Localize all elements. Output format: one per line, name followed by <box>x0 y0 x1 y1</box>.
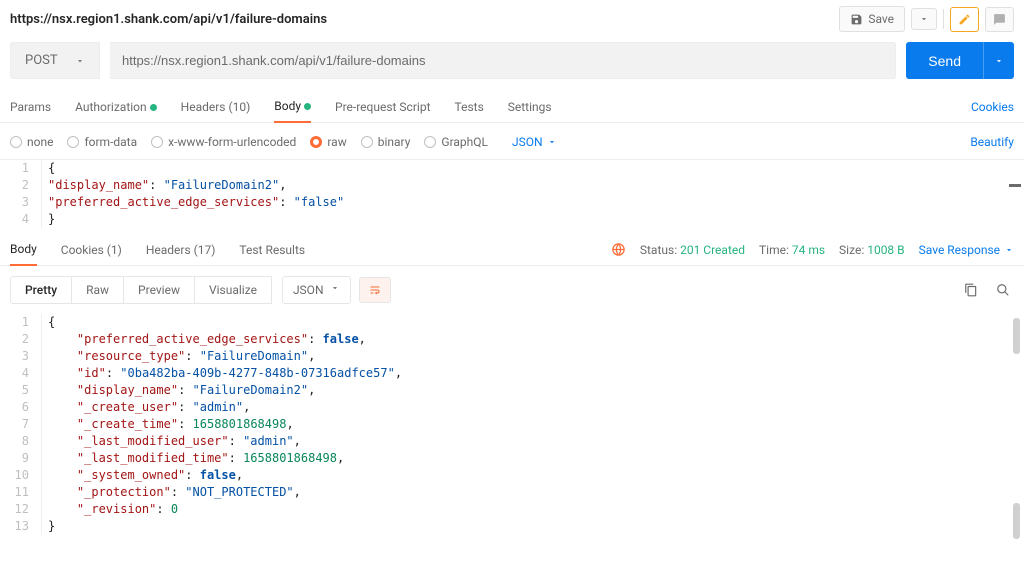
save-dropdown[interactable] <box>911 8 937 30</box>
body-type-graphql[interactable]: GraphQL <box>424 135 488 149</box>
copy-icon <box>964 283 978 297</box>
copy-button[interactable] <box>960 279 982 301</box>
request-body-editor[interactable]: 1{2"display_name": "FailureDomain2",3"pr… <box>0 159 1024 228</box>
resp-tab-body[interactable]: Body <box>10 234 37 266</box>
chevron-down-icon <box>330 283 340 297</box>
response-format-select[interactable]: JSON <box>282 276 351 304</box>
header-actions: Save <box>839 6 1014 32</box>
body-type-row: none form-data x-www-form-urlencoded raw… <box>0 123 1024 159</box>
search-icon <box>996 283 1010 297</box>
tab-params[interactable]: Params <box>10 92 51 122</box>
beautify-link[interactable]: Beautify <box>970 135 1014 149</box>
header-row: https://nsx.region1.shank.com/api/v1/fai… <box>0 0 1024 42</box>
send-group: Send <box>906 42 1014 79</box>
scrollbar-thumb[interactable] <box>1013 318 1020 354</box>
comment-icon <box>993 13 1006 26</box>
tab-authorization[interactable]: Authorization <box>75 92 157 122</box>
cookies-link[interactable]: Cookies <box>971 100 1014 114</box>
tab-tests[interactable]: Tests <box>455 92 484 122</box>
request-tabs: Params Authorization Headers (10) Body P… <box>0 91 1024 123</box>
request-title: https://nsx.region1.shank.com/api/v1/fai… <box>10 12 831 27</box>
resp-tab-cookies[interactable]: Cookies (1) <box>61 235 122 265</box>
divider <box>943 9 944 29</box>
wrap-icon <box>368 284 382 296</box>
response-tabs: Body Cookies (1) Headers (17) Test Resul… <box>0 234 1024 266</box>
response-body-viewer[interactable]: 1{2 "preferred_active_edge_services": fa… <box>0 314 1024 543</box>
radio-icon <box>67 136 79 148</box>
radio-icon <box>424 136 436 148</box>
url-input[interactable] <box>110 42 896 79</box>
view-visualize[interactable]: Visualize <box>195 276 272 304</box>
tab-headers[interactable]: Headers (10) <box>181 92 251 122</box>
view-raw[interactable]: Raw <box>72 276 124 304</box>
search-button[interactable] <box>992 279 1014 301</box>
resp-tab-headers[interactable]: Headers (17) <box>146 235 216 265</box>
radio-icon <box>10 136 22 148</box>
status-label: Status: <box>640 243 677 257</box>
save-label: Save <box>868 12 894 26</box>
send-button[interactable]: Send <box>906 42 983 79</box>
pencil-icon <box>958 13 971 26</box>
response-meta: Status: 201 Created Time: 74 ms Size: 10… <box>611 242 1014 257</box>
status-dot-icon <box>304 103 311 110</box>
time-value: 74 ms <box>792 243 825 257</box>
radio-icon <box>151 136 163 148</box>
body-type-formdata[interactable]: form-data <box>67 135 137 149</box>
request-bar: POST Send <box>0 42 1024 91</box>
chevron-down-icon <box>994 56 1004 66</box>
raw-format-select[interactable]: JSON <box>512 135 557 149</box>
chevron-down-icon <box>1004 245 1014 255</box>
minimap-indicator <box>1009 184 1021 187</box>
view-pretty[interactable]: Pretty <box>10 276 72 304</box>
scrollbar-thumb[interactable] <box>1013 503 1020 539</box>
response-actions <box>960 279 1014 301</box>
save-icon <box>850 13 863 26</box>
wrap-lines-button[interactable] <box>359 277 391 303</box>
view-preview[interactable]: Preview <box>124 276 195 304</box>
tab-prerequest[interactable]: Pre-request Script <box>335 92 430 122</box>
size-label: Size: <box>839 243 864 257</box>
save-button[interactable]: Save <box>839 6 905 32</box>
tab-body[interactable]: Body <box>274 91 311 123</box>
radio-icon <box>310 136 322 148</box>
body-type-binary[interactable]: binary <box>361 135 411 149</box>
method-select[interactable]: POST <box>10 42 100 79</box>
body-type-xwww[interactable]: x-www-form-urlencoded <box>151 135 296 149</box>
tab-settings[interactable]: Settings <box>508 92 552 122</box>
save-response[interactable]: Save Response <box>919 243 1014 257</box>
status-dot-icon <box>150 104 157 111</box>
comment-button[interactable] <box>985 7 1014 32</box>
resp-tab-testresults[interactable]: Test Results <box>239 235 305 265</box>
chevron-down-icon <box>547 137 557 147</box>
chevron-down-icon <box>919 14 929 24</box>
body-type-none[interactable]: none <box>10 135 53 149</box>
body-type-raw[interactable]: raw <box>310 135 346 149</box>
edit-button[interactable] <box>950 7 979 32</box>
send-dropdown[interactable] <box>983 42 1014 79</box>
globe-icon[interactable] <box>611 242 626 257</box>
status-value: 201 Created <box>680 243 745 257</box>
chevron-down-icon <box>75 56 85 66</box>
size-value: 1008 B <box>867 243 904 257</box>
response-view-modes: Pretty Raw Preview Visualize JSON <box>0 266 1024 314</box>
radio-icon <box>361 136 373 148</box>
time-label: Time: <box>759 243 789 257</box>
method-value: POST <box>25 53 58 68</box>
